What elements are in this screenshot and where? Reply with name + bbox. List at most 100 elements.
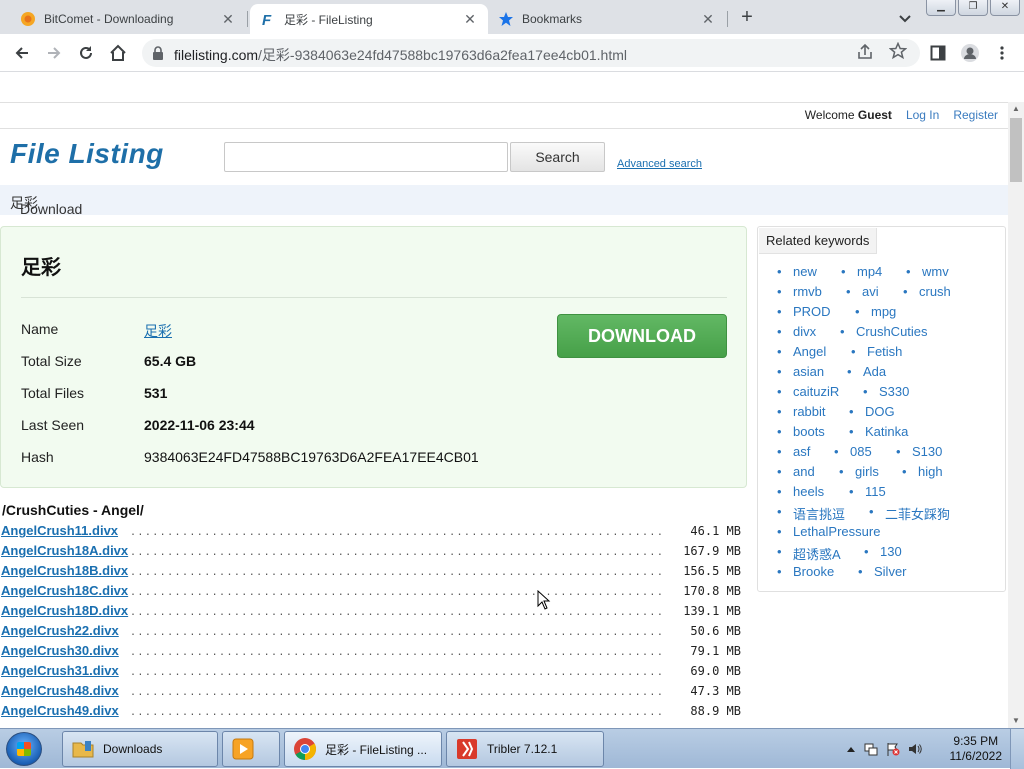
login-link[interactable]: Log In [906,108,939,122]
keyword-link[interactable]: Katinka [849,424,909,439]
keyword-link[interactable]: rabbit [777,404,825,419]
scroll-up-arrow-icon[interactable]: ▲ [1008,102,1024,116]
side-panel-button[interactable] [926,41,950,65]
torrent-name-link[interactable]: 足彩 [144,321,172,341]
lock-icon[interactable] [152,46,164,63]
taskbar-item-media-player[interactable] [222,731,280,767]
action-center-flag-icon[interactable] [886,742,900,756]
restore-button[interactable]: ❐ [958,0,988,16]
show-desktop-button[interactable] [1010,729,1024,769]
home-button[interactable] [106,41,130,65]
scroll-down-arrow-icon[interactable]: ▼ [1008,714,1024,728]
keyword-link[interactable]: girls [839,464,879,479]
search-input[interactable] [224,142,508,172]
file-link[interactable]: AngelCrush48.divx [1,683,121,698]
advanced-search-link[interactable]: Advanced search [617,158,702,170]
keyword-link[interactable]: divx [777,324,816,339]
file-link[interactable]: AngelCrush22.divx [1,623,121,638]
keyword-link[interactable]: and [777,464,814,479]
tab-search-icon[interactable] [896,9,914,27]
keyword-link[interactable]: wmv [906,264,949,279]
keyword-link[interactable]: CrushCuties [840,324,927,339]
keyword-link[interactable]: crush [903,284,951,299]
browser-menu-button[interactable] [990,41,1014,65]
keyword-link[interactable]: asf [777,444,811,459]
info-key: Name [21,321,59,337]
username: Guest [857,108,892,122]
tab-filelisting[interactable]: F 足彩 - FileListing ✕ [250,4,488,34]
share-icon[interactable] [856,43,874,64]
system-clock[interactable]: 9:35 PM 11/6/2022 [950,734,1003,764]
file-link[interactable]: AngelCrush18A.divx [1,543,131,558]
tab-bitcomet[interactable]: BitComet - Downloading ✕ [10,4,246,34]
info-row-last-seen: Last Seen 2022-11-06 23:44 [21,417,255,433]
profile-button[interactable] [958,41,982,65]
keyword-link[interactable]: asian [777,364,824,379]
site-logo[interactable]: File Listing [10,138,164,170]
taskbar-item-chrome[interactable]: 足彩 - FileListing ... [284,731,442,767]
show-hidden-icons-icon[interactable] [844,742,858,756]
page-content: Welcome Guest Log In Register File Listi… [0,72,1008,728]
close-tab-icon[interactable]: ✕ [700,11,716,27]
keyword-link[interactable]: Silver [858,564,906,579]
keyword-link[interactable]: boots [777,424,825,439]
download-button[interactable]: DOWNLOAD [557,314,727,358]
close-tab-icon[interactable]: ✕ [462,11,478,27]
keyword-link[interactable]: rmvb [777,284,822,299]
search-button[interactable]: Search [510,142,605,172]
keyword-link[interactable]: DOG [849,404,894,419]
file-link[interactable]: AngelCrush18B.divx [1,563,131,578]
network-icon[interactable] [864,742,878,756]
keyword-link[interactable]: 二菲女踩狗 [869,504,950,523]
keyword-link[interactable]: 语言挑逗 [777,504,845,523]
start-button[interactable] [6,732,42,766]
keyword-link[interactable]: high [902,464,942,479]
keyword-link[interactable]: new [777,264,817,279]
forward-button[interactable] [42,41,66,65]
taskbar-item-tribler[interactable]: Tribler 7.12.1 [446,731,604,767]
keyword-link[interactable]: mpg [855,304,896,319]
keyword-link[interactable]: S130 [896,444,943,459]
reload-button[interactable] [74,41,98,65]
tab-bookmarks[interactable]: Bookmarks ✕ [488,4,726,34]
info-row-name: Name 足彩 [21,321,172,341]
register-link[interactable]: Register [953,108,998,122]
file-link[interactable]: AngelCrush11.divx [1,523,121,538]
file-link[interactable]: AngelCrush18D.divx [1,603,131,618]
file-link[interactable]: AngelCrush31.divx [1,663,121,678]
taskbar-item-downloads[interactable]: Downloads [62,731,218,767]
file-size: 170.8 MB [683,584,741,598]
address-bar[interactable]: filelisting.com/足彩-9384063e24fd47588bc19… [142,39,920,67]
keyword-link[interactable]: Ada [847,364,886,379]
keyword-link[interactable]: mp4 [841,264,882,279]
breadcrumb: Download 足彩 [0,185,1008,217]
keyword-link[interactable]: heels [777,484,824,499]
close-tab-icon[interactable]: ✕ [220,11,236,27]
keyword-link[interactable]: Fetish [851,344,903,359]
keyword-link[interactable]: 超诱惑A [777,544,841,563]
file-link[interactable]: AngelCrush30.divx [1,643,121,658]
file-size: 69.0 MB [690,664,741,678]
keyword-link[interactable]: Angel [777,344,826,359]
keyword-link[interactable]: LethalPressure [777,524,881,539]
new-tab-button[interactable]: + [736,7,758,29]
keyword-link[interactable]: Brooke [777,564,834,579]
close-window-button[interactable]: ✕ [990,0,1020,16]
page-scrollbar[interactable]: ▲ ▼ [1008,102,1024,728]
minimize-button[interactable]: ▁ [926,0,956,16]
keyword-link[interactable]: 085 [834,444,871,459]
scrollbar-thumb[interactable] [1010,118,1022,182]
keyword-link[interactable]: avi [846,284,878,299]
keyword-link[interactable]: 130 [864,544,901,559]
keyword-link[interactable]: caituziR [777,384,839,399]
file-link[interactable]: AngelCrush49.divx [1,703,121,718]
keyword-link[interactable]: PROD [777,304,830,319]
file-link[interactable]: AngelCrush18C.divx [1,583,131,598]
back-button[interactable] [10,41,34,65]
bookmark-star-icon[interactable] [888,41,908,63]
tribler-icon [455,737,479,761]
keyword-link[interactable]: S330 [863,384,910,399]
keyword-link[interactable]: 115 [849,484,886,499]
volume-icon[interactable] [908,742,922,756]
info-key: Hash [21,449,54,465]
